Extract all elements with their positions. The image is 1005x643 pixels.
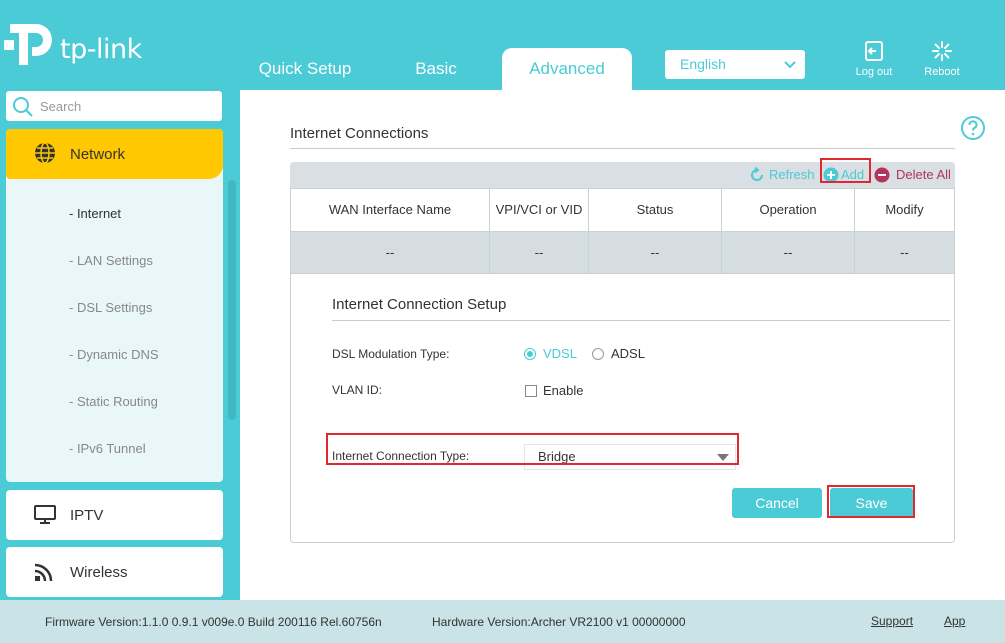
tab-advanced[interactable]: Advanced	[502, 48, 632, 90]
divider	[332, 320, 950, 321]
add-highlight-box	[820, 158, 871, 183]
table-row[interactable]: -- -- -- -- --	[291, 231, 954, 273]
submenu-dsl-settings[interactable]: - DSL Settings	[69, 300, 152, 315]
table-cell: --	[722, 231, 855, 273]
table-cell: --	[490, 231, 589, 273]
save-highlight-box	[827, 485, 915, 518]
delete-all-label: Delete All	[896, 167, 951, 182]
sidebar: Network - Internet - LAN Settings - DSL …	[0, 90, 240, 600]
submenu-dynamic-dns[interactable]: - Dynamic DNS	[69, 347, 159, 362]
column-header: Operation	[722, 189, 855, 231]
submenu-static-routing[interactable]: - Static Routing	[69, 394, 158, 409]
page-title: Internet Connections	[290, 125, 429, 142]
delete-all-button[interactable]: Delete All	[874, 166, 951, 184]
sidebar-item-network[interactable]: Network	[6, 129, 223, 179]
logout-icon	[865, 41, 883, 61]
remove-icon	[874, 167, 890, 183]
logo-text: tp-link	[60, 34, 142, 65]
column-header: Modify	[855, 189, 954, 231]
column-header: VPI/VCI or VID	[490, 189, 589, 231]
firmware-version: Firmware Version:1.1.0 0.9.1 v009e.0 Bui…	[45, 615, 382, 629]
table-cell: --	[855, 231, 954, 273]
radio-vdsl-label[interactable]: VDSL	[543, 346, 577, 361]
setup-title: Internet Connection Setup	[332, 296, 507, 313]
sidebar-item-label: Network	[70, 146, 126, 163]
footer: Firmware Version:1.1.0 0.9.1 v009e.0 Bui…	[0, 600, 1005, 643]
table-cell: --	[291, 231, 490, 273]
refresh-button[interactable]: Refresh	[749, 166, 815, 184]
dsl-modulation-label: DSL Modulation Type:	[332, 347, 450, 361]
top-header: tp-link Quick Setup Basic Advanced Engli…	[0, 0, 1005, 90]
connection-type-highlight-box	[326, 433, 739, 465]
connection-setup-panel: Internet Connection Setup DSL Modulation…	[290, 272, 955, 543]
sidebar-scrollbar[interactable]	[228, 180, 236, 420]
sidebar-item-wireless[interactable]: Wireless	[6, 547, 223, 597]
cancel-button[interactable]: Cancel	[732, 488, 822, 518]
radio-vdsl[interactable]	[524, 348, 536, 360]
tab-basic[interactable]: Basic	[380, 48, 492, 90]
hardware-version: Hardware Version:Archer VR2100 v1 000000…	[432, 615, 686, 629]
reboot-icon	[932, 41, 952, 61]
tab-quick-setup[interactable]: Quick Setup	[245, 48, 365, 90]
vlan-enable-checkbox[interactable]	[525, 385, 537, 397]
support-link[interactable]: Support	[871, 614, 913, 628]
sidebar-item-iptv[interactable]: IPTV	[6, 490, 223, 540]
radio-adsl[interactable]	[592, 348, 604, 360]
vlan-enable-label[interactable]: Enable	[543, 383, 583, 398]
refresh-icon	[751, 167, 763, 181]
column-header: Status	[589, 189, 722, 231]
globe-icon	[35, 142, 55, 164]
reboot-label: Reboot	[924, 66, 960, 78]
logout-label: Log out	[855, 66, 893, 78]
wifi-icon	[34, 563, 53, 582]
reboot-button[interactable]: Reboot	[912, 40, 972, 78]
search-icon	[13, 97, 33, 117]
divider	[290, 148, 955, 149]
submenu-ipv6-tunnel[interactable]: - IPv6 Tunnel	[69, 441, 146, 456]
app-link[interactable]: App	[944, 614, 965, 628]
network-menu-group: Network - Internet - LAN Settings - DSL …	[6, 129, 223, 482]
tp-link-logo: tp-link	[4, 18, 144, 74]
language-select[interactable]: English	[665, 50, 805, 79]
column-header: WAN Interface Name	[291, 189, 490, 231]
main-panel: Internet Connections Refresh Add Delete …	[240, 90, 1005, 600]
logout-button[interactable]: Log out	[844, 40, 904, 78]
search-input[interactable]	[40, 95, 210, 117]
vlan-id-label: VLAN ID:	[332, 383, 383, 397]
wan-table: WAN Interface Name VPI/VCI or VID Status…	[290, 188, 955, 274]
table-header-row: WAN Interface Name VPI/VCI or VID Status…	[291, 189, 954, 231]
radio-adsl-label[interactable]: ADSL	[611, 346, 645, 361]
sidebar-item-label: IPTV	[70, 507, 104, 524]
language-value: English	[680, 56, 726, 72]
monitor-icon	[34, 505, 56, 524]
refresh-label: Refresh	[769, 167, 815, 182]
help-icon[interactable]	[960, 115, 986, 141]
tp-link-logo-icon	[4, 24, 52, 65]
chevron-down-icon	[784, 61, 796, 69]
search-box[interactable]	[6, 91, 222, 121]
submenu-lan-settings[interactable]: - LAN Settings	[69, 253, 153, 268]
table-cell: --	[589, 231, 722, 273]
submenu-internet[interactable]: - Internet	[69, 206, 121, 221]
sidebar-item-label: Wireless	[70, 564, 128, 581]
